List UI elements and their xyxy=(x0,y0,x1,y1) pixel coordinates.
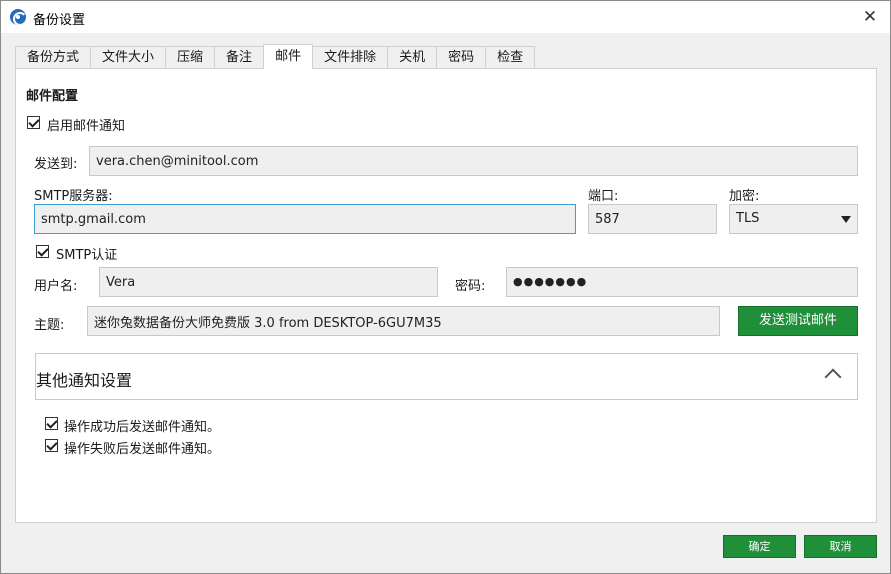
tab-backup-method[interactable]: 备份方式 xyxy=(15,46,91,69)
smtp-auth-label: SMTP认证 xyxy=(56,248,118,263)
notify-on-success-checkbox[interactable] xyxy=(45,417,58,430)
port-input[interactable] xyxy=(588,204,717,234)
close-button[interactable]: ✕ xyxy=(858,5,882,29)
other-notification-title: 其他通知设置 xyxy=(36,371,133,390)
encryption-select[interactable]: TLS xyxy=(729,204,858,234)
smtp-server-label: SMTP服务器: xyxy=(34,189,113,204)
tab-shutdown[interactable]: 关机 xyxy=(387,46,437,69)
window-title: 备份设置 xyxy=(33,13,86,28)
tab-file-exclusion[interactable]: 文件排除 xyxy=(313,46,388,69)
subject-input[interactable] xyxy=(87,306,720,336)
send-to-label: 发送到: xyxy=(34,157,78,172)
send-to-input[interactable] xyxy=(89,146,858,176)
tab-comment[interactable]: 备注 xyxy=(214,46,264,69)
notify-on-failure-label: 操作失败后发送邮件通知。 xyxy=(64,442,221,457)
username-input[interactable] xyxy=(99,267,438,297)
notify-on-success-label: 操作成功后发送邮件通知。 xyxy=(64,420,221,435)
tab-email[interactable]: 邮件 xyxy=(263,44,314,69)
app-logo-icon xyxy=(10,9,26,25)
email-settings-panel: 邮件配置 启用邮件通知 发送到: SMTP服务器: 端口: 加密: TLS SM… xyxy=(15,68,877,523)
dropdown-arrow-icon xyxy=(841,216,851,223)
encryption-label: 加密: xyxy=(729,189,760,204)
password-input[interactable]: ●●●●●●● xyxy=(506,267,858,297)
backup-settings-window: 备份设置 ✕ 备份方式 文件大小 压缩 备注 邮件 文件排除 关机 密码 检查 … xyxy=(0,0,891,574)
chevron-up-icon[interactable] xyxy=(824,368,842,386)
smtp-auth-checkbox[interactable] xyxy=(36,245,49,258)
tab-check[interactable]: 检查 xyxy=(485,46,536,69)
tab-password[interactable]: 密码 xyxy=(436,46,486,69)
ok-button[interactable]: 确定 xyxy=(723,535,796,558)
tab-bar: 备份方式 文件大小 压缩 备注 邮件 文件排除 关机 密码 检查 xyxy=(15,44,536,69)
enable-email-checkbox[interactable] xyxy=(27,116,40,129)
smtp-server-input[interactable] xyxy=(34,204,576,234)
section-title-email-config: 邮件配置 xyxy=(26,89,79,104)
notify-on-failure-checkbox[interactable] xyxy=(45,439,58,452)
title-bar: 备份设置 ✕ xyxy=(1,1,890,33)
username-label: 用户名: xyxy=(34,279,78,294)
port-label: 端口: xyxy=(588,189,619,204)
tab-compression[interactable]: 压缩 xyxy=(165,46,215,69)
subject-label: 主题: xyxy=(34,318,65,333)
encryption-value: TLS xyxy=(736,211,760,226)
password-label: 密码: xyxy=(455,279,486,294)
enable-email-label: 启用邮件通知 xyxy=(47,119,126,134)
tab-file-size[interactable]: 文件大小 xyxy=(90,46,166,69)
send-test-email-button[interactable]: 发送测试邮件 xyxy=(738,306,858,336)
cancel-button[interactable]: 取消 xyxy=(804,535,877,558)
other-notification-settings[interactable]: 其他通知设置 xyxy=(35,353,858,400)
